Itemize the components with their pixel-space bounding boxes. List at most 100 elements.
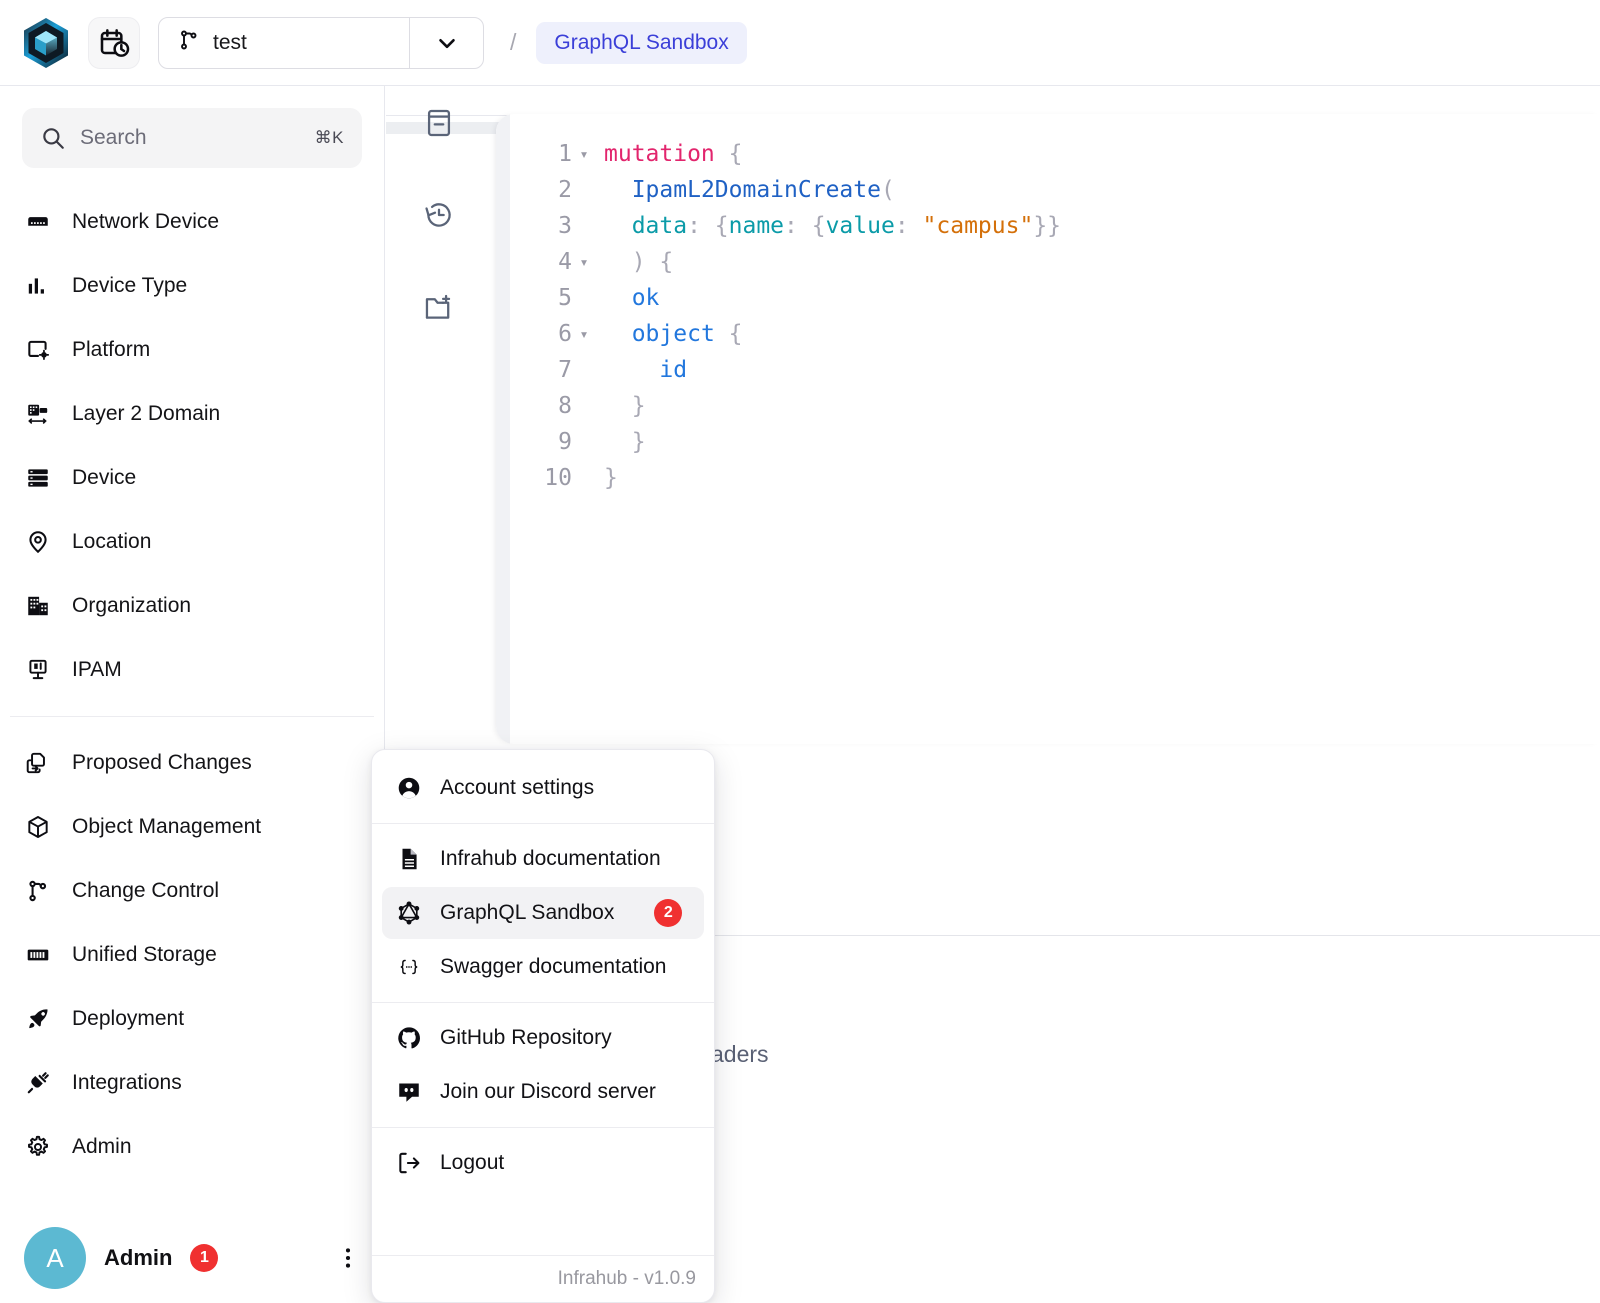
menu-item-label: Account settings bbox=[440, 776, 595, 799]
platform-icon bbox=[24, 336, 52, 364]
sidebar-item-object-management[interactable]: Object Management bbox=[0, 795, 384, 859]
menu-item-swagger-documentation[interactable]: Swagger documentation bbox=[382, 941, 704, 993]
sidebar-item-label: Device Type bbox=[72, 274, 188, 297]
logout-icon bbox=[396, 1150, 422, 1176]
code-text: data: {name: {value: "campus"}} bbox=[631, 213, 1062, 239]
sidebar-item-device[interactable]: Device bbox=[0, 446, 384, 510]
sidebar-item-admin[interactable]: Admin bbox=[0, 1115, 384, 1179]
code-text: object { bbox=[631, 321, 743, 347]
fold-toggle-icon[interactable]: ▾ bbox=[572, 136, 596, 172]
sidebar-item-label: Admin bbox=[72, 1135, 132, 1158]
sidebar-item-unified-storage[interactable]: Unified Storage bbox=[0, 923, 384, 987]
code-text: } bbox=[604, 465, 618, 491]
calendar-clock-button[interactable] bbox=[88, 16, 140, 69]
obscured-headers-tab-text: aders bbox=[711, 1041, 769, 1067]
sidebar-divider bbox=[10, 716, 374, 717]
cube-icon bbox=[24, 813, 52, 841]
menu-item-label: Join our Discord server bbox=[440, 1080, 656, 1103]
unified-storage-icon bbox=[24, 941, 52, 969]
search-input[interactable]: Search ⌘K bbox=[22, 108, 362, 168]
discord-icon bbox=[396, 1079, 422, 1105]
sidebar-item-network-device[interactable]: Network Device bbox=[0, 190, 384, 254]
fold-toggle-icon bbox=[572, 424, 596, 460]
search-shortcut-hint: ⌘K bbox=[314, 128, 344, 147]
menu-item-label: Logout bbox=[440, 1151, 505, 1174]
sidebar-item-ipam[interactable]: IPAM bbox=[0, 638, 384, 702]
branch-selector-value[interactable]: test bbox=[159, 18, 409, 68]
sidebar-item-organization[interactable]: Organization bbox=[0, 574, 384, 638]
network-device-icon bbox=[24, 208, 52, 236]
fold-toggle-icon[interactable]: ▾ bbox=[572, 244, 596, 280]
sidebar-item-label: Network Device bbox=[72, 210, 220, 233]
sidebar-user-row[interactable]: A Admin 1 bbox=[0, 1227, 385, 1289]
graphql-tool-rail bbox=[400, 100, 478, 330]
ipam-icon bbox=[24, 656, 52, 684]
branch-selector[interactable]: test bbox=[158, 16, 484, 69]
editor-code-area[interactable]: 1 ▾ mutation {2 IpamL2DomainCreate(3 data:… bbox=[510, 114, 1600, 744]
history-clock-icon[interactable] bbox=[416, 192, 462, 238]
line-number: 3 bbox=[558, 213, 572, 239]
github-icon bbox=[396, 1025, 422, 1051]
user-menu-body: Account settings Infrahub documentation Gr… bbox=[372, 762, 714, 1189]
breadcrumb-current-page[interactable]: GraphQL Sandbox bbox=[536, 21, 747, 64]
docs-panel-icon[interactable] bbox=[416, 100, 462, 146]
more-vertical-icon[interactable] bbox=[335, 1245, 361, 1271]
menu-separator bbox=[372, 823, 714, 824]
sidebar-item-label: Unified Storage bbox=[72, 943, 217, 966]
menu-item-logout[interactable]: Logout bbox=[382, 1137, 704, 1189]
code-text: id bbox=[659, 357, 688, 383]
code-line: 1 ▾ mutation { bbox=[510, 136, 1600, 172]
code-line: 10} bbox=[510, 460, 1600, 496]
menu-item-github-repository[interactable]: GitHub Repository bbox=[382, 1012, 704, 1064]
line-number: 10 bbox=[544, 465, 572, 491]
search-placeholder: Search bbox=[80, 126, 147, 149]
sidebar-item-change-control[interactable]: Change Control bbox=[0, 859, 384, 923]
avatar[interactable]: A bbox=[24, 1227, 86, 1289]
graphql-editor[interactable]: 1 ▾ mutation {2 IpamL2DomainCreate(3 data:… bbox=[496, 114, 1600, 744]
code-line: 4 ▾ ) { bbox=[510, 244, 1600, 280]
device-type-icon bbox=[24, 272, 52, 300]
line-number: 1 bbox=[558, 141, 572, 167]
sidebar-item-device-type[interactable]: Device Type bbox=[0, 254, 384, 318]
menu-item-label: Swagger documentation bbox=[440, 955, 667, 978]
sidebar-item-label: Proposed Changes bbox=[72, 751, 252, 774]
fold-toggle-icon bbox=[572, 352, 596, 388]
infrahub-hexagon-logo-icon[interactable] bbox=[18, 15, 74, 71]
document-icon bbox=[396, 846, 422, 872]
user-dropdown-menu[interactable]: Account settings Infrahub documentation Gr… bbox=[371, 749, 715, 1303]
fold-toggle-icon[interactable]: ▾ bbox=[572, 316, 596, 352]
menu-item-account-settings[interactable]: Account settings bbox=[382, 762, 704, 814]
menu-item-graphql-sandbox[interactable]: GraphQL Sandbox 2 bbox=[382, 887, 704, 939]
chevron-down-icon[interactable] bbox=[409, 17, 483, 68]
rocket-icon bbox=[24, 1005, 52, 1033]
new-folder-icon[interactable] bbox=[416, 284, 462, 330]
menu-item-label: GraphQL Sandbox bbox=[440, 901, 615, 924]
menu-item-join-our-discord-server[interactable]: Join our Discord server bbox=[382, 1066, 704, 1118]
line-number: 2 bbox=[558, 177, 572, 203]
location-pin-icon bbox=[24, 528, 52, 556]
code-line: 3 data: {name: {value: "campus"}} bbox=[510, 208, 1600, 244]
sidebar-nav-group-admin: Proposed Changes Object Management Chang… bbox=[0, 731, 384, 1179]
sidebar-item-deployment[interactable]: Deployment bbox=[0, 987, 384, 1051]
device-icon bbox=[24, 464, 52, 492]
fold-toggle-icon bbox=[572, 208, 596, 244]
sidebar-item-proposed-changes[interactable]: Proposed Changes bbox=[0, 731, 384, 795]
git-branch-icon bbox=[24, 877, 52, 905]
branch-name-text: test bbox=[213, 30, 247, 54]
line-number: 9 bbox=[558, 429, 572, 455]
menu-separator bbox=[372, 1127, 714, 1128]
sidebar-item-platform[interactable]: Platform bbox=[0, 318, 384, 382]
proposed-changes-icon bbox=[24, 749, 52, 777]
sidebar-item-integrations[interactable]: Integrations bbox=[0, 1051, 384, 1115]
sidebar-item-label: Organization bbox=[72, 594, 192, 617]
organization-building-icon bbox=[24, 592, 52, 620]
menu-separator bbox=[372, 1002, 714, 1003]
sidebar-item-label: Deployment bbox=[72, 1007, 185, 1030]
braces-icon bbox=[396, 954, 422, 980]
code-line: 2 IpamL2DomainCreate( bbox=[510, 172, 1600, 208]
menu-item-infrahub-documentation[interactable]: Infrahub documentation bbox=[382, 833, 704, 885]
code-text: ok bbox=[631, 285, 660, 311]
sidebar-item-location[interactable]: Location bbox=[0, 510, 384, 574]
app-version-label: Infrahub - v1.0.9 bbox=[372, 1255, 714, 1302]
sidebar-item-layer-2-domain[interactable]: Layer 2 Domain bbox=[0, 382, 384, 446]
